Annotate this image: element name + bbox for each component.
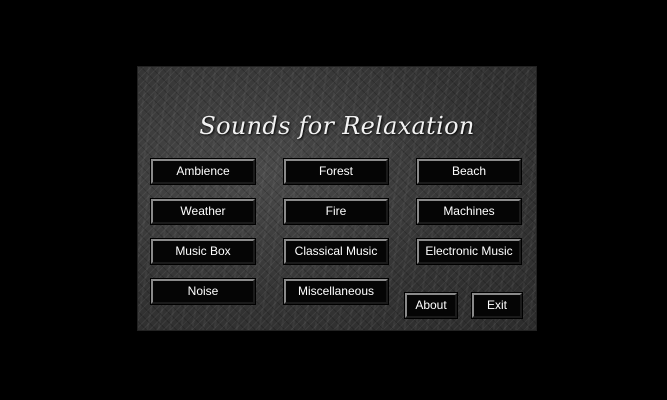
- noise-button[interactable]: Noise: [150, 278, 256, 305]
- forest-button[interactable]: Forest: [283, 158, 389, 185]
- classical-music-button[interactable]: Classical Music: [283, 238, 389, 265]
- beach-button[interactable]: Beach: [416, 158, 522, 185]
- weather-button[interactable]: Weather: [150, 198, 256, 225]
- miscellaneous-button[interactable]: Miscellaneous: [283, 278, 389, 305]
- machines-button[interactable]: Machines: [416, 198, 522, 225]
- fire-button[interactable]: Fire: [283, 198, 389, 225]
- app-title: Sounds for Relaxation: [199, 112, 475, 140]
- about-button[interactable]: About: [404, 292, 458, 319]
- music-box-button[interactable]: Music Box: [150, 238, 256, 265]
- app-panel: Sounds for Relaxation Ambience Forest Be…: [137, 66, 537, 331]
- electronic-music-button[interactable]: Electronic Music: [416, 238, 522, 265]
- exit-button[interactable]: Exit: [471, 292, 523, 319]
- ambience-button[interactable]: Ambience: [150, 158, 256, 185]
